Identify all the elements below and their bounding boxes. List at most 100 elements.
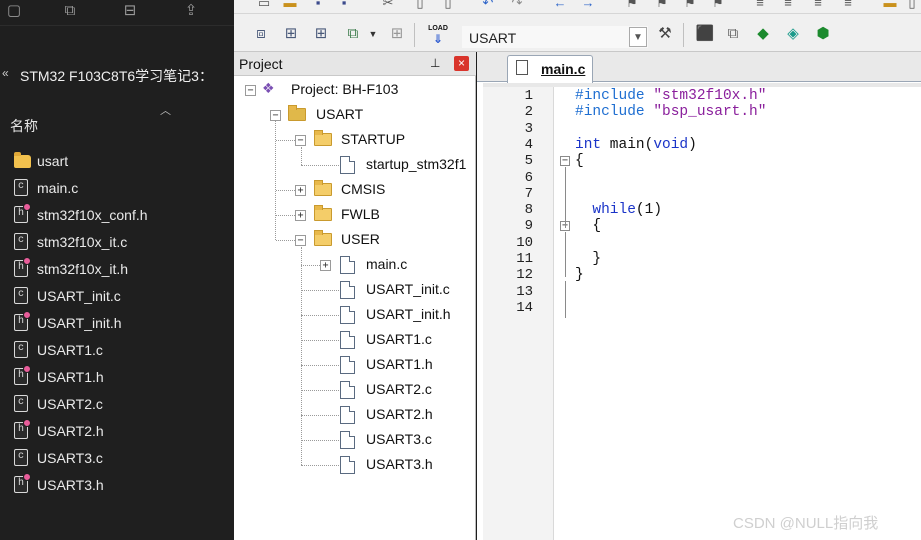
tree-item-group[interactable]: − USER xyxy=(234,228,476,252)
new-icon[interactable]: ▭ xyxy=(256,0,272,10)
manage-components-icon[interactable]: ⧉ xyxy=(722,23,744,45)
tree-item-target[interactable]: − USART xyxy=(234,103,476,127)
open-icon[interactable]: ▬ xyxy=(282,0,298,10)
indent-icon[interactable]: ≡ xyxy=(752,0,768,10)
comment-icon[interactable]: ≡ xyxy=(810,0,826,10)
code-line[interactable]: #include "bsp_usart.h" xyxy=(575,104,766,120)
project-icon: ❖ xyxy=(262,80,275,96)
bookmark-icon[interactable]: ⚑ xyxy=(624,0,640,10)
c-file-icon: c xyxy=(14,449,28,466)
chevron-left-icon[interactable]: « xyxy=(2,66,9,80)
tab-main-c[interactable]: main.c xyxy=(507,55,593,83)
code-token: #include xyxy=(575,104,654,121)
tree-item-file[interactable]: USART_init.c xyxy=(234,278,476,302)
column-header-name[interactable]: 名称 xyxy=(10,116,38,136)
breadcrumb[interactable]: « STM32 F103C8T6学习笔记3： xyxy=(0,60,234,90)
nav-back-icon[interactable]: ← xyxy=(552,0,568,10)
list-item[interactable]: h stm32f10x_it.h xyxy=(0,256,234,283)
select-software-packs-icon[interactable]: ◆ xyxy=(752,23,774,45)
batch-build-icon[interactable]: ⧉ xyxy=(342,23,364,45)
list-item[interactable]: c USART1.c xyxy=(0,337,234,364)
build-icon[interactable]: ⊞ xyxy=(280,23,302,45)
code-line[interactable]: } xyxy=(575,267,584,283)
code-line[interactable]: { xyxy=(575,153,584,169)
rebuild-icon[interactable]: ⊞ xyxy=(310,23,332,45)
tree-item-group[interactable]: + FWLB xyxy=(234,203,476,227)
code-token: int xyxy=(575,136,602,153)
list-item[interactable]: h USART3.h xyxy=(0,472,234,499)
list-item[interactable]: h stm32f10x_conf.h xyxy=(0,202,234,229)
uncomment-icon[interactable]: ≡ xyxy=(840,0,856,10)
collapse-icon[interactable]: − xyxy=(295,135,306,146)
save-icon[interactable]: ▪ xyxy=(310,0,326,10)
expand-icon[interactable]: + xyxy=(295,210,306,221)
stop-build-icon[interactable]: ⊞ xyxy=(386,23,408,45)
list-item[interactable]: h USART_init.h xyxy=(0,310,234,337)
code-area[interactable]: 1 2 3 4 5 6 7 8 9 10 11 12 13 14 #include "stm32f10x.… xyxy=(483,87,921,540)
collapse-icon[interactable]: − xyxy=(245,85,256,96)
copy-icon[interactable]: ▯ xyxy=(412,0,428,10)
run-time-environment-icon[interactable]: ⬢ xyxy=(812,23,834,45)
tree-item-file[interactable]: USART3.h xyxy=(234,453,476,477)
list-item[interactable]: h USART1.h xyxy=(0,364,234,391)
tree-item-file[interactable]: + main.c xyxy=(234,253,476,277)
collapse-icon[interactable]: − xyxy=(295,235,306,246)
expand-icon[interactable]: + xyxy=(295,185,306,196)
copy-icon[interactable]: ⧉ xyxy=(60,1,80,21)
list-item[interactable]: c USART3.c xyxy=(0,445,234,472)
target-select[interactable]: USART ▼ xyxy=(462,26,648,48)
code-line[interactable]: int main(void) xyxy=(575,137,697,153)
code-line[interactable]: while(1) xyxy=(575,202,662,218)
tree-item-project[interactable]: − ❖ Project: BH-F103 xyxy=(234,78,476,102)
line-number: 11 xyxy=(516,251,533,267)
code-line[interactable]: { xyxy=(575,218,601,234)
bookmark-prev-icon[interactable]: ⚑ xyxy=(654,0,670,10)
code-line[interactable]: } xyxy=(575,251,601,267)
bookmark-next-icon[interactable]: ⚑ xyxy=(682,0,698,10)
cut-icon[interactable]: ✂ xyxy=(380,0,396,10)
tree-item-file[interactable]: USART1.c xyxy=(234,328,476,352)
options-wand-icon[interactable]: ⚒ xyxy=(654,23,676,45)
collapse-icon[interactable]: − xyxy=(270,110,281,121)
toolbar-row-file: ▭ ▬ ▪ ▪ ✂ ▯ ▯ ↶ ↷ ← → ⚑ ⚑ ⚑ ⚑ ≡ ≡ ≡ ≡ ▬ … xyxy=(234,0,921,14)
bookmark-clear-icon[interactable]: ⚑ xyxy=(710,0,726,10)
tree-item-file[interactable]: USART_init.h xyxy=(234,303,476,327)
list-item[interactable]: usart xyxy=(0,148,234,175)
tree-item-file[interactable]: startup_stm32f1 xyxy=(234,153,476,177)
find-icon[interactable]: ▯ xyxy=(904,0,920,10)
code-line[interactable]: #include "stm32f10x.h" xyxy=(575,88,766,104)
pack-installer-icon[interactable]: ◈ xyxy=(782,23,804,45)
pin-icon[interactable]: ⊥ xyxy=(430,56,440,70)
open-file-icon[interactable]: ▬ xyxy=(882,0,898,10)
paste-icon[interactable]: ▯ xyxy=(440,0,456,10)
sort-up-icon[interactable]: ︿ xyxy=(160,102,171,118)
tree-item-group[interactable]: − STARTUP xyxy=(234,128,476,152)
redo-icon[interactable]: ↷ xyxy=(509,0,525,10)
tree-item-file[interactable]: USART2.h xyxy=(234,403,476,427)
rename-icon[interactable]: ⊟ xyxy=(120,1,140,21)
chevron-down-icon[interactable]: ▼ xyxy=(629,27,647,47)
save-all-icon[interactable]: ▪ xyxy=(336,0,352,10)
outdent-icon[interactable]: ≡ xyxy=(780,0,796,10)
tree-item-file[interactable]: USART1.h xyxy=(234,353,476,377)
close-icon[interactable]: × xyxy=(454,56,469,71)
tree-item-file[interactable]: USART3.c xyxy=(234,428,476,452)
share-icon[interactable]: ⇪ xyxy=(181,1,201,21)
file-extensions-icon[interactable]: ⬛ xyxy=(694,23,716,45)
list-item[interactable]: c USART_init.c xyxy=(0,283,234,310)
list-item[interactable]: h USART2.h xyxy=(0,418,234,445)
translate-icon[interactable]: ⧈ xyxy=(250,23,272,45)
new-file-icon[interactable]: ▢ xyxy=(4,1,24,21)
fold-collapse-icon[interactable]: − xyxy=(560,156,570,167)
nav-forward-icon[interactable]: → xyxy=(580,0,596,10)
tree-item-file[interactable]: USART2.c xyxy=(234,378,476,402)
file-icon xyxy=(340,381,355,399)
undo-icon[interactable]: ↶ xyxy=(480,0,496,10)
tree-item-group[interactable]: + CMSIS xyxy=(234,178,476,202)
list-item[interactable]: c main.c xyxy=(0,175,234,202)
list-item[interactable]: c stm32f10x_it.c xyxy=(0,229,234,256)
batch-dropdown-icon[interactable]: ▼ xyxy=(362,23,384,45)
download-load-button[interactable]: LOAD ⇓ xyxy=(426,23,450,45)
expand-icon[interactable]: + xyxy=(320,260,331,271)
list-item[interactable]: c USART2.c xyxy=(0,391,234,418)
